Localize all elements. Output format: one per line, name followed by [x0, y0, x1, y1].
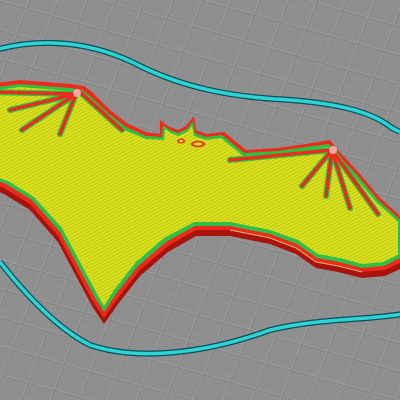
slicer-preview-viewport[interactable] — [0, 0, 400, 400]
print-preview-canvas[interactable] — [0, 0, 400, 400]
